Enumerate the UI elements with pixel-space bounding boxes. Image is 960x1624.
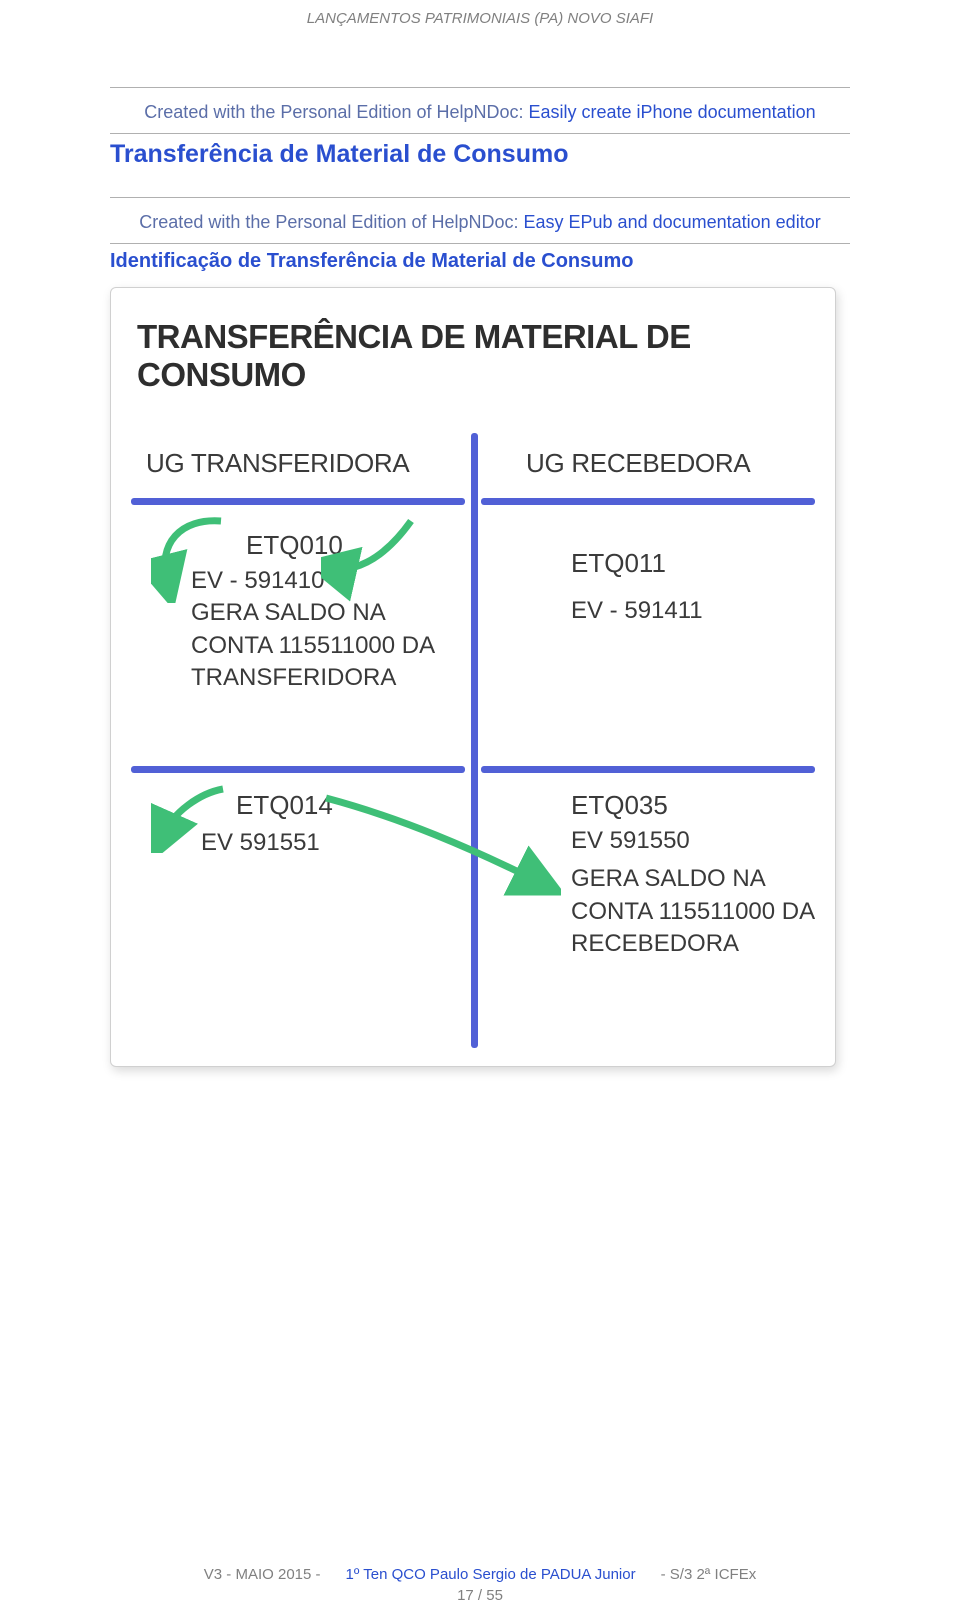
footer-unit: - S/3 2ª ICFEx [661, 1566, 757, 1583]
attribution-1-link[interactable]: Easily create iPhone documentation [529, 102, 816, 122]
diagram-horizontal-line [481, 766, 815, 773]
attribution-1: Created with the Personal Edition of Hel… [110, 88, 850, 133]
footer-author: 1º Ten QCO Paulo Sergio de PADUA Junior [346, 1566, 636, 1583]
divider [110, 133, 850, 134]
diagram-horizontal-line [481, 498, 815, 505]
diagram-column-header-left: UG TRANSFERIDORA [146, 448, 409, 479]
diagram-cell-q1: ETQ010 EV - 591410 GERA SALDO NA CONTA 1… [191, 528, 461, 695]
section-heading-2: Identificação de Transferência de Materi… [110, 250, 850, 273]
diagram-horizontal-line [131, 766, 465, 773]
diagram-column-header-right: UG RECEBEDORA [526, 448, 750, 479]
q2-ev: EV - 591411 [571, 597, 703, 624]
q1-note: GERA SALDO NA CONTA 115511000 DA TRANSFE… [191, 599, 434, 691]
diagram-cell-q4: ETQ035 EV 591550 GERA SALDO NA CONTA 115… [571, 788, 831, 961]
q4-code: ETQ035 [571, 788, 831, 823]
q1-ev: EV - 591410 [191, 567, 324, 594]
diagram-cell-q2: ETQ011 EV - 591411 [571, 546, 821, 627]
diagram-vertical-line [471, 433, 478, 1048]
q3-code: ETQ014 [236, 788, 461, 823]
diagram-cell-q3: ETQ014 EV 591551 [201, 788, 461, 859]
q4-note: GERA SALDO NA CONTA 115511000 DA RECEBED… [571, 863, 831, 960]
attribution-2-prefix: Created with the Personal Edition of Hel… [139, 212, 523, 232]
attribution-2: Created with the Personal Edition of Hel… [110, 198, 850, 243]
footer-page: 17 / 55 [0, 1587, 960, 1604]
diagram-card: TRANSFERÊNCIA DE MATERIAL DE CONSUMO UG … [110, 287, 836, 1067]
attribution-2-link[interactable]: Easy EPub and documentation editor [524, 212, 821, 232]
page-header: LANÇAMENTOS PATRIMONIAIS (PA) NOVO SIAFI [110, 10, 850, 27]
q1-code: ETQ010 [246, 528, 461, 563]
section-heading-1: Transferência de Material de Consumo [110, 140, 850, 169]
diagram-title: TRANSFERÊNCIA DE MATERIAL DE CONSUMO [137, 318, 835, 394]
footer-version: V3 - MAIO 2015 - [204, 1566, 321, 1583]
attribution-1-prefix: Created with the Personal Edition of Hel… [144, 102, 528, 122]
q2-code: ETQ011 [571, 546, 821, 581]
page-footer: V3 - MAIO 2015 - 1º Ten QCO Paulo Sergio… [0, 1566, 960, 1604]
q4-ev: EV 591550 [571, 827, 690, 854]
diagram-horizontal-line [131, 498, 465, 505]
q3-ev: EV 591551 [201, 829, 320, 856]
divider [110, 243, 850, 244]
